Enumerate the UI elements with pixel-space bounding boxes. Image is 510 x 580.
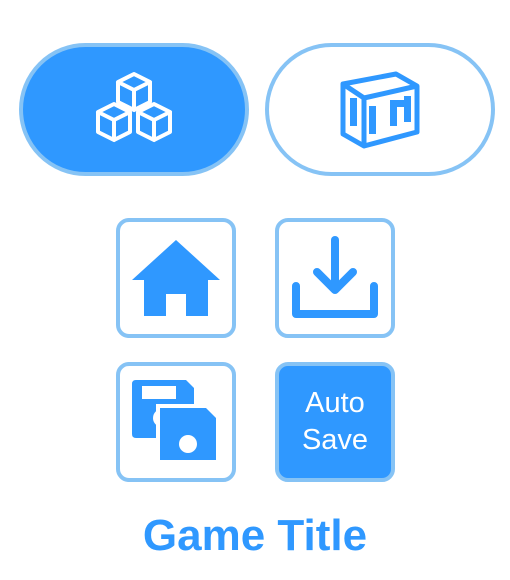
home-button[interactable] [116, 218, 236, 338]
autosave-button[interactable]: Auto Save [275, 362, 395, 482]
mode-cubes-button[interactable] [19, 43, 249, 176]
autosave-label-line2: Save [301, 424, 369, 456]
game-title: Game Title [142, 511, 368, 560]
cubes-icon [89, 70, 179, 150]
game-menu-screen: Auto Save Game Title [0, 0, 510, 580]
download-icon [290, 236, 380, 320]
download-button[interactable] [275, 218, 395, 338]
home-icon [130, 238, 222, 318]
mode-cube-3d-button[interactable] [265, 43, 495, 176]
save-files-button[interactable] [116, 362, 236, 482]
save-files-icon [130, 378, 222, 466]
autosave-label-line1: Auto [305, 387, 365, 419]
cube-3d-icon [338, 70, 422, 150]
